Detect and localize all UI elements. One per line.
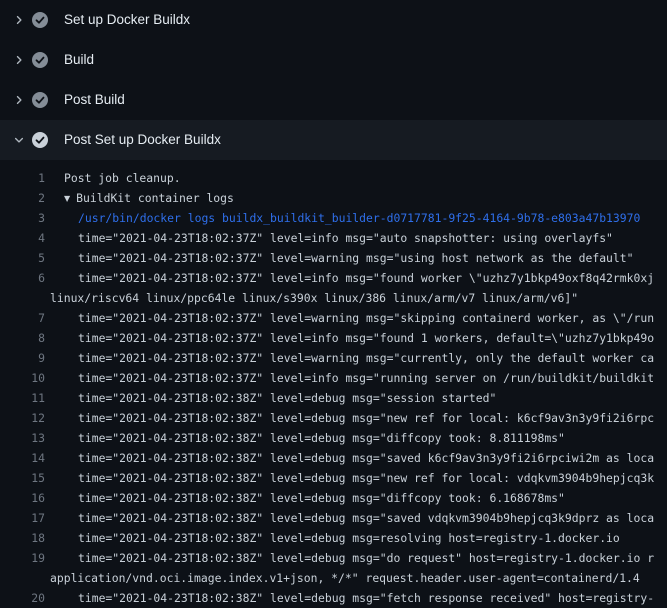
log-line-number[interactable]: 12 bbox=[0, 408, 45, 428]
log-line: 9time="2021-04-23T18:02:37Z" level=warni… bbox=[0, 348, 667, 368]
step-header-build[interactable]: Build bbox=[0, 40, 667, 80]
log-line: 11time="2021-04-23T18:02:38Z" level=debu… bbox=[0, 388, 667, 408]
log-line: 20time="2021-04-23T18:02:38Z" level=debu… bbox=[0, 588, 667, 608]
log-command-text: /usr/bin/docker logs buildx_buildkit_bui… bbox=[50, 208, 640, 228]
log-text: Post job cleanup. bbox=[50, 168, 181, 188]
log-line-number[interactable]: 15 bbox=[0, 468, 45, 488]
log-text: time="2021-04-23T18:02:37Z" level=warnin… bbox=[50, 248, 633, 268]
step-label: Post Build bbox=[64, 80, 125, 120]
log-line: 17time="2021-04-23T18:02:38Z" level=debu… bbox=[0, 508, 667, 528]
check-circle-icon bbox=[32, 12, 48, 28]
log-line-number[interactable]: 8 bbox=[0, 328, 45, 348]
log-line-number[interactable]: 14 bbox=[0, 448, 45, 468]
log-line-number[interactable]: 19 bbox=[0, 548, 45, 568]
step-header-post-set-up-docker-buildx[interactable]: Post Set up Docker Buildx bbox=[0, 120, 667, 160]
log-text: time="2021-04-23T18:02:37Z" level=warnin… bbox=[50, 308, 654, 328]
log-line: 8time="2021-04-23T18:02:37Z" level=info … bbox=[0, 328, 667, 348]
check-circle-icon bbox=[32, 52, 48, 68]
chevron-right-icon bbox=[12, 93, 26, 107]
log-line-number[interactable]: 11 bbox=[0, 388, 45, 408]
log-line-number bbox=[0, 568, 45, 588]
log-line-continuation: linux/riscv64 linux/ppc64le linux/s390x … bbox=[0, 288, 667, 308]
step-label: Build bbox=[64, 40, 94, 80]
log-line: 13time="2021-04-23T18:02:38Z" level=debu… bbox=[0, 428, 667, 448]
log-line-number[interactable]: 16 bbox=[0, 488, 45, 508]
log-text: time="2021-04-23T18:02:38Z" level=debug … bbox=[50, 508, 654, 528]
chevron-right-icon bbox=[12, 13, 26, 27]
log-line: 16time="2021-04-23T18:02:38Z" level=debu… bbox=[0, 488, 667, 508]
log-line-number[interactable]: 4 bbox=[0, 228, 45, 248]
log-line-number[interactable]: 7 bbox=[0, 308, 45, 328]
log-text: time="2021-04-23T18:02:38Z" level=debug … bbox=[50, 588, 654, 608]
log-line: 10time="2021-04-23T18:02:37Z" level=info… bbox=[0, 368, 667, 388]
log-line-number[interactable]: 1 bbox=[0, 168, 45, 188]
log-line-continuation: application/vnd.oci.image.index.v1+json,… bbox=[0, 568, 667, 588]
log-text: time="2021-04-23T18:02:38Z" level=debug … bbox=[50, 488, 565, 508]
log-line-number[interactable]: 17 bbox=[0, 508, 45, 528]
log-text: time="2021-04-23T18:02:37Z" level=info m… bbox=[50, 368, 654, 388]
log-line: 4time="2021-04-23T18:02:37Z" level=info … bbox=[0, 228, 667, 248]
step-header-post-build[interactable]: Post Build bbox=[0, 80, 667, 120]
log-line: 6time="2021-04-23T18:02:37Z" level=info … bbox=[0, 268, 667, 288]
check-circle-icon bbox=[32, 132, 48, 148]
log-line: 14time="2021-04-23T18:02:38Z" level=debu… bbox=[0, 448, 667, 468]
log-line-number[interactable]: 13 bbox=[0, 428, 45, 448]
step-label: Set up Docker Buildx bbox=[64, 0, 190, 40]
log-line: 12time="2021-04-23T18:02:38Z" level=debu… bbox=[0, 408, 667, 428]
group-expanded-triangle-icon: ▼ bbox=[64, 194, 70, 203]
log-text: linux/riscv64 linux/ppc64le linux/s390x … bbox=[50, 288, 578, 308]
log-line: 19time="2021-04-23T18:02:38Z" level=debu… bbox=[0, 548, 667, 568]
log-text: time="2021-04-23T18:02:37Z" level=info m… bbox=[50, 328, 654, 348]
chevron-down-icon bbox=[12, 133, 26, 147]
step-header-set-up-docker-buildx[interactable]: Set up Docker Buildx bbox=[0, 0, 667, 40]
log-text: time="2021-04-23T18:02:37Z" level=warnin… bbox=[50, 348, 654, 368]
log-line: 2▼BuildKit container logs bbox=[0, 188, 667, 208]
chevron-right-icon bbox=[12, 53, 26, 67]
log-text: time="2021-04-23T18:02:37Z" level=info m… bbox=[50, 228, 613, 248]
log-line-number[interactable]: 10 bbox=[0, 368, 45, 388]
log-line: 5time="2021-04-23T18:02:37Z" level=warni… bbox=[0, 248, 667, 268]
log-text: time="2021-04-23T18:02:38Z" level=debug … bbox=[50, 528, 620, 548]
steps-list: Set up Docker Buildx Build Post Build Po… bbox=[0, 0, 667, 160]
log-text: application/vnd.oci.image.index.v1+json,… bbox=[50, 568, 640, 588]
log-text: time="2021-04-23T18:02:38Z" level=debug … bbox=[50, 428, 565, 448]
log-line-number[interactable]: 20 bbox=[0, 588, 45, 608]
log-line-number bbox=[0, 288, 45, 308]
log-line: 15time="2021-04-23T18:02:38Z" level=debu… bbox=[0, 468, 667, 488]
log-line-number[interactable]: 9 bbox=[0, 348, 45, 368]
step-label: Post Set up Docker Buildx bbox=[64, 120, 221, 160]
log-line-number[interactable]: 3 bbox=[0, 208, 45, 228]
log-text: time="2021-04-23T18:02:38Z" level=debug … bbox=[50, 448, 654, 468]
log-line: 1Post job cleanup. bbox=[0, 168, 667, 188]
check-circle-icon bbox=[32, 92, 48, 108]
log-line-number[interactable]: 18 bbox=[0, 528, 45, 548]
log-text: time="2021-04-23T18:02:38Z" level=debug … bbox=[50, 388, 496, 408]
log-area: 1Post job cleanup.2▼BuildKit container l… bbox=[0, 160, 667, 608]
log-line: 18time="2021-04-23T18:02:38Z" level=debu… bbox=[0, 528, 667, 548]
log-text[interactable]: ▼BuildKit container logs bbox=[50, 188, 234, 208]
log-line: 7time="2021-04-23T18:02:37Z" level=warni… bbox=[0, 308, 667, 328]
log-text: time="2021-04-23T18:02:38Z" level=debug … bbox=[50, 548, 654, 568]
log-line-number[interactable]: 2 bbox=[0, 188, 45, 208]
log-line: 3/usr/bin/docker logs buildx_buildkit_bu… bbox=[0, 208, 667, 228]
log-text: time="2021-04-23T18:02:37Z" level=info m… bbox=[50, 268, 654, 288]
log-text: time="2021-04-23T18:02:38Z" level=debug … bbox=[50, 408, 654, 428]
log-line-number[interactable]: 6 bbox=[0, 268, 45, 288]
log-line-number[interactable]: 5 bbox=[0, 248, 45, 268]
log-text: time="2021-04-23T18:02:38Z" level=debug … bbox=[50, 468, 654, 488]
